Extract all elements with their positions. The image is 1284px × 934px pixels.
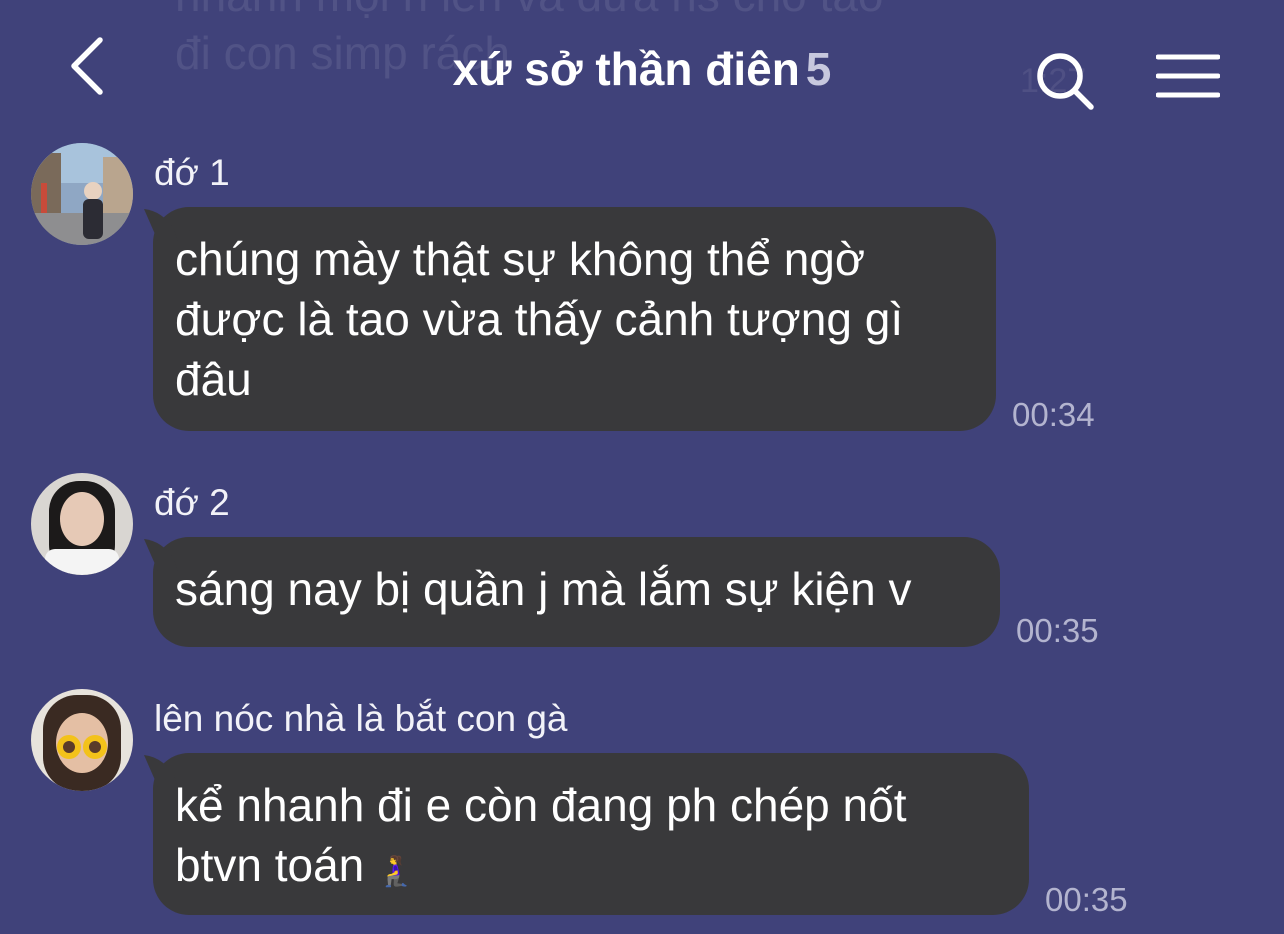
sender-name: lên nóc nhà là bắt con gà bbox=[154, 698, 568, 739]
search-icon bbox=[1037, 53, 1094, 110]
avatar-sender-1[interactable] bbox=[31, 143, 133, 245]
sender-name: đớ 1 bbox=[154, 152, 230, 193]
message-bubble[interactable]: chúng mày thật sự không thể ngờ được là … bbox=[144, 207, 996, 431]
chat-header: xứ sở thần điên 5 bbox=[0, 0, 1284, 140]
group-name: xứ sở thần điên bbox=[452, 43, 800, 95]
avatar-sender-2[interactable] bbox=[31, 473, 133, 575]
message-bubble[interactable]: kể nhanh đi e còn đang ph chép nốt btvn … bbox=[144, 753, 1029, 915]
menu-button[interactable] bbox=[1155, 52, 1221, 100]
message-text: chúng mày thật sự không thể ngờ được là … bbox=[175, 233, 904, 405]
message-time: 00:35 bbox=[1045, 881, 1128, 918]
member-count: 5 bbox=[805, 43, 832, 95]
avatar-sender-3[interactable] bbox=[31, 689, 133, 791]
bubble-tail bbox=[144, 539, 178, 571]
message-text: sáng nay bị quần j mà lắm sự kiện v bbox=[175, 563, 912, 615]
message-text-content: kể nhanh đi e còn đang ph chép nốt btvn … bbox=[175, 779, 907, 891]
message-text: kể nhanh đi e còn đang ph chép nốt btvn … bbox=[175, 775, 1007, 902]
hamburger-menu-icon bbox=[1155, 54, 1221, 98]
message-time: 00:34 bbox=[1012, 396, 1095, 433]
search-button[interactable] bbox=[1034, 50, 1096, 112]
kneeling-woman-emoji: 🧎‍♀️ bbox=[377, 855, 415, 888]
sender-name: đớ 2 bbox=[154, 482, 230, 523]
bubble-tail bbox=[144, 755, 178, 787]
bubble-tail bbox=[144, 209, 178, 241]
message-bubble[interactable]: sáng nay bị quần j mà lắm sự kiện v bbox=[144, 537, 1000, 647]
message-time: 00:35 bbox=[1016, 612, 1099, 649]
